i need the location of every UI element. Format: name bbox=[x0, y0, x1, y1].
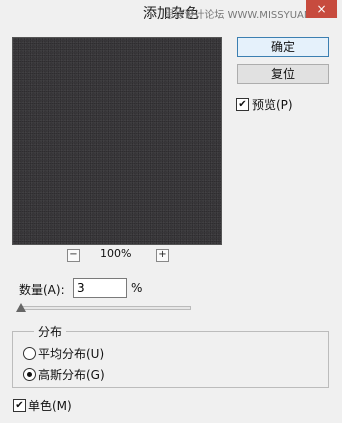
amount-unit: % bbox=[131, 281, 143, 295]
distribution-legend: 分布 bbox=[34, 323, 67, 340]
monochrome-checkbox[interactable]: ✔ bbox=[13, 399, 26, 412]
checkmark-icon: ✔ bbox=[15, 400, 24, 411]
radio-selected-dot bbox=[27, 372, 32, 377]
amount-label: 数量(A): bbox=[19, 283, 65, 297]
reset-button[interactable]: 复位 bbox=[237, 64, 329, 84]
zoom-in-button[interactable]: + bbox=[156, 249, 169, 262]
close-icon: × bbox=[316, 2, 327, 16]
preview-checkbox[interactable]: ✔ bbox=[236, 98, 249, 111]
amount-slider-track[interactable] bbox=[19, 306, 191, 310]
preview-checkbox-label[interactable]: 预览(P) bbox=[252, 96, 293, 113]
uniform-radio[interactable] bbox=[23, 347, 36, 360]
checkmark-icon: ✔ bbox=[238, 99, 247, 110]
plus-icon: + bbox=[158, 249, 167, 260]
amount-input[interactable] bbox=[73, 278, 127, 298]
zoom-out-button[interactable]: − bbox=[67, 249, 80, 262]
amount-slider-thumb[interactable] bbox=[16, 303, 27, 312]
monochrome-checkbox-label[interactable]: 单色(M) bbox=[28, 397, 72, 414]
noise-preview-image[interactable] bbox=[12, 37, 222, 245]
close-button[interactable]: × bbox=[306, 0, 337, 18]
gaussian-radio-label[interactable]: 高斯分布(G) bbox=[38, 366, 105, 383]
gaussian-radio[interactable] bbox=[23, 368, 36, 381]
minus-icon: − bbox=[69, 249, 78, 260]
uniform-radio-label[interactable]: 平均分布(U) bbox=[38, 345, 104, 362]
ok-button[interactable]: 确定 bbox=[237, 37, 329, 57]
zoom-level: 100% bbox=[100, 247, 132, 260]
